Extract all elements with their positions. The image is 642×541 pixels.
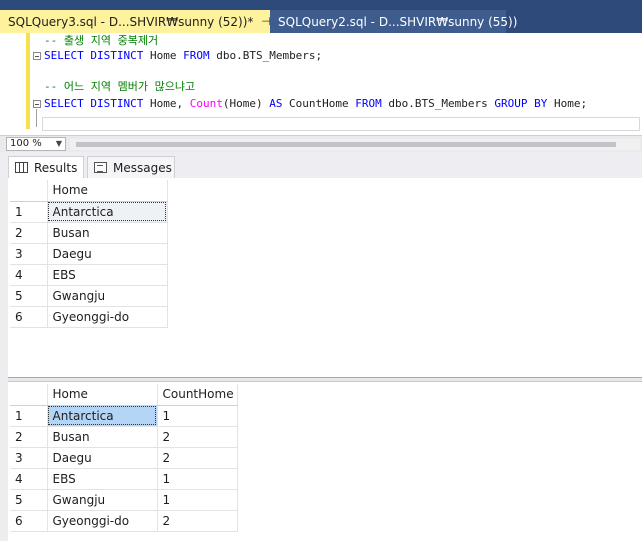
table-row[interactable]: 6 Gyeonggi-do 2: [10, 510, 238, 532]
horizontal-scrollbar[interactable]: [70, 139, 640, 150]
tab-sqlquery2[interactable]: SQLQuery2.sql - D...SHVIR₩sunny (55)): [270, 10, 517, 33]
cell-counthome[interactable]: 1: [157, 468, 238, 490]
cell-home[interactable]: Antarctica: [47, 405, 158, 427]
result-grid-1[interactable]: Home 1 Antarctica 2 Busan 3 Daegu 4 EBS …: [8, 178, 642, 378]
row-number[interactable]: 6: [10, 510, 48, 532]
row-number[interactable]: 5: [10, 489, 48, 511]
change-marker-bar: [26, 33, 30, 129]
cell-counthome[interactable]: 1: [157, 489, 238, 511]
table-row[interactable]: 1 Antarctica 1: [10, 405, 238, 427]
current-line-highlight: [42, 117, 640, 131]
result-table-2: Home CountHome 1 Antarctica 1 2 Busan 2 …: [10, 384, 238, 532]
table-row[interactable]: 1 Antarctica: [10, 201, 168, 223]
row-number[interactable]: 4: [10, 264, 48, 286]
tab-results[interactable]: Results: [8, 156, 84, 178]
zoom-select[interactable]: 100 % ▼: [6, 137, 66, 151]
column-header-home[interactable]: Home: [47, 180, 168, 202]
document-tab-strip: SQLQuery3.sql - D...SHVIR₩sunny (52))* ⊣…: [0, 0, 642, 33]
identifier: CountHome: [282, 97, 356, 110]
cell-home[interactable]: Gyeonggi-do: [47, 306, 168, 328]
results-left-margin: [0, 178, 8, 541]
row-number[interactable]: 3: [10, 243, 48, 265]
messages-icon: [94, 162, 107, 173]
table-row[interactable]: 2 Busan 2: [10, 426, 238, 448]
keyword: AS: [269, 97, 283, 110]
tab-messages[interactable]: Messages: [87, 156, 175, 178]
cell-home[interactable]: EBS: [47, 264, 168, 286]
table-row[interactable]: 6 Gyeonggi-do: [10, 306, 168, 328]
column-header-home[interactable]: Home: [47, 384, 158, 406]
cell-counthome[interactable]: 2: [157, 510, 238, 532]
tab-sqlquery2-label: SQLQuery2.sql - D...SHVIR₩sunny (55)): [278, 14, 518, 29]
column-header-counthome[interactable]: CountHome: [157, 384, 238, 406]
code-line-query1: SELECT DISTINCT Home FROM dbo.BTS_Member…: [44, 48, 322, 64]
cell-home[interactable]: Gwangju: [47, 285, 168, 307]
cell-home[interactable]: EBS: [47, 468, 158, 490]
cell-home[interactable]: Busan: [47, 426, 158, 448]
table-row[interactable]: 3 Daegu: [10, 243, 168, 265]
row-number[interactable]: 2: [10, 426, 48, 448]
code-line-query2: SELECT DISTINCT Home, Count(Home) AS Cou…: [44, 96, 587, 112]
tab-sqlquery3-label: SQLQuery3.sql - D...SHVIR₩sunny (52))*: [8, 14, 254, 29]
header-row: Home CountHome: [10, 384, 238, 406]
result-grid-2[interactable]: Home CountHome 1 Antarctica 1 2 Busan 2 …: [8, 381, 642, 541]
keyword: FROM: [183, 49, 210, 62]
identifier: Home: [143, 49, 184, 62]
row-number[interactable]: 1: [10, 405, 48, 427]
row-number[interactable]: 6: [10, 306, 48, 328]
cell-home[interactable]: Gwangju: [47, 489, 158, 511]
scrollbar-thumb[interactable]: [76, 142, 616, 147]
cell-counthome[interactable]: 2: [157, 447, 238, 469]
collapse-icon[interactable]: [33, 100, 41, 108]
identifier: Home;: [547, 97, 588, 110]
query-editor[interactable]: -- 출생 지역 중복제거 SELECT DISTINCT Home FROM …: [0, 33, 642, 133]
row-number[interactable]: 1: [10, 201, 48, 223]
identifier: (Home): [222, 97, 270, 110]
identifier: dbo.BTS_Members: [381, 97, 495, 110]
row-number[interactable]: 4: [10, 468, 48, 490]
results-tab-bar: Results Messages: [0, 152, 642, 178]
cell-home[interactable]: Antarctica: [47, 201, 168, 223]
cell-home[interactable]: Busan: [47, 222, 168, 244]
row-number-header[interactable]: [10, 384, 48, 406]
row-number[interactable]: 5: [10, 285, 48, 307]
table-row[interactable]: 4 EBS 1: [10, 468, 238, 490]
table-row[interactable]: 3 Daegu 2: [10, 447, 238, 469]
editor-status-bar: 100 % ▼: [0, 135, 642, 152]
cell-counthome[interactable]: 2: [157, 426, 238, 448]
chevron-down-icon: ▼: [55, 139, 62, 148]
identifier: Home,: [143, 97, 190, 110]
cell-counthome[interactable]: 1: [157, 405, 238, 427]
row-number-header[interactable]: [10, 180, 48, 202]
cell-home[interactable]: Daegu: [47, 447, 158, 469]
cell-home[interactable]: Gyeonggi-do: [47, 510, 158, 532]
fold-guide: [36, 109, 37, 127]
grid-icon: [15, 162, 28, 173]
keyword: SELECT DISTINCT: [44, 97, 144, 110]
zoom-value: 100 %: [10, 138, 42, 149]
row-number[interactable]: 2: [10, 222, 48, 244]
table-row[interactable]: 5 Gwangju 1: [10, 489, 238, 511]
row-number[interactable]: 3: [10, 447, 48, 469]
keyword: SELECT DISTINCT: [44, 49, 144, 62]
code-line-comment2: -- 어느 지역 멤버가 많으냐고: [44, 80, 196, 93]
collapse-icon[interactable]: [33, 52, 41, 60]
header-row: Home: [10, 180, 168, 202]
tab-messages-label: Messages: [113, 160, 172, 175]
function: Count: [189, 97, 223, 110]
code-line-comment1: -- 출생 지역 중복제거: [44, 34, 159, 47]
identifier: dbo.BTS_Members;: [209, 49, 323, 62]
table-row[interactable]: 4 EBS: [10, 264, 168, 286]
keyword: GROUP BY: [494, 97, 548, 110]
table-row[interactable]: 5 Gwangju: [10, 285, 168, 307]
result-table-1: Home 1 Antarctica 2 Busan 3 Daegu 4 EBS …: [10, 180, 168, 328]
tab-sqlquery3[interactable]: SQLQuery3.sql - D...SHVIR₩sunny (52))* ⊣…: [0, 10, 288, 33]
cell-home[interactable]: Daegu: [47, 243, 168, 265]
keyword: FROM: [355, 97, 382, 110]
tab-results-label: Results: [34, 160, 78, 175]
table-row[interactable]: 2 Busan: [10, 222, 168, 244]
